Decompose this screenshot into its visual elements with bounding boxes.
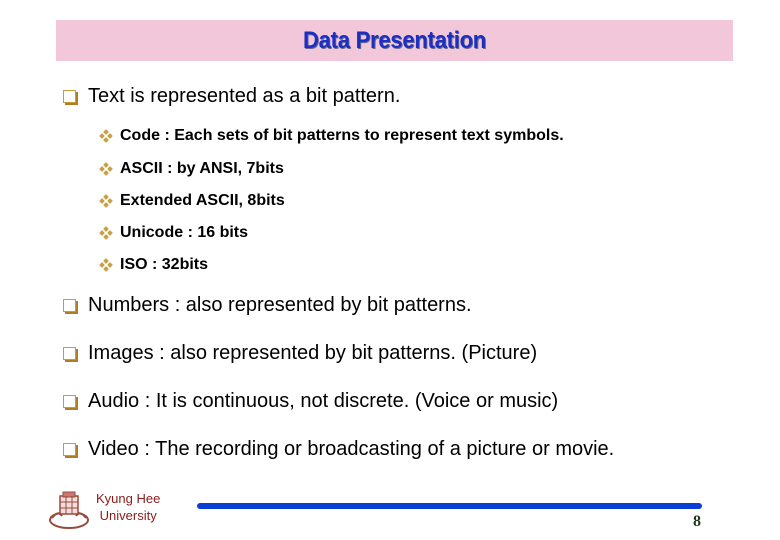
bullet-text: Audio : It is continuous, not discrete. … [88, 390, 559, 412]
bullet-item: Text is represented as a bit pattern. [63, 85, 400, 108]
page-number: 8 [693, 513, 701, 530]
sub-bullet-text: Code : Each sets of bit patterns to repr… [120, 127, 564, 144]
square-bullet-icon [63, 395, 76, 408]
footer-accent-line [197, 503, 702, 509]
square-bullet-icon [63, 347, 76, 360]
sub-bullet-text: Unicode : 16 bits [120, 224, 249, 241]
square-bullet-icon [63, 90, 76, 103]
square-bullet-icon [63, 443, 76, 456]
sub-bullet-item: ISO : 32bits [99, 256, 209, 274]
bullet-item: Video : The recording or broadcasting of… [63, 438, 614, 461]
bullet-text: Numbers : also represented by bit patter… [88, 294, 472, 316]
university-name: Kyung Hee University [96, 490, 160, 524]
bullet-item: Numbers : also represented by bit patter… [63, 294, 472, 317]
diamond-bullet-icon [99, 194, 113, 208]
sub-bullet-text: ASCII : by ANSI, 7bits [120, 160, 284, 177]
bullet-item: Images : also represented by bit pattern… [63, 342, 537, 365]
sub-bullet-text: Extended ASCII, 8bits [120, 192, 285, 209]
sub-bullet-item: Code : Each sets of bit patterns to repr… [99, 127, 564, 145]
diamond-bullet-icon [99, 162, 113, 176]
sub-bullet-text: ISO : 32bits [120, 256, 209, 273]
slide-title: Data Presentation [302, 26, 487, 54]
square-bullet-icon [63, 299, 76, 312]
sub-bullet-item: Extended ASCII, 8bits [99, 192, 285, 210]
diamond-bullet-icon [99, 226, 113, 240]
sub-bullet-item: Unicode : 16 bits [99, 224, 249, 242]
bullet-text: Video : The recording or broadcasting of… [88, 438, 615, 460]
diamond-bullet-icon [99, 258, 113, 272]
bullet-item: Audio : It is continuous, not discrete. … [63, 390, 558, 413]
university-line-1: Kyung Hee [96, 491, 161, 506]
bullet-text: Text is represented as a bit pattern. [88, 85, 401, 107]
university-line-2: University [99, 508, 157, 523]
diamond-bullet-icon [99, 129, 113, 143]
sub-bullet-item: ASCII : by ANSI, 7bits [99, 160, 284, 178]
title-bar: Data Presentation [56, 20, 733, 61]
university-emblem-icon [49, 491, 89, 529]
bullet-text: Images : also represented by bit pattern… [88, 342, 538, 364]
